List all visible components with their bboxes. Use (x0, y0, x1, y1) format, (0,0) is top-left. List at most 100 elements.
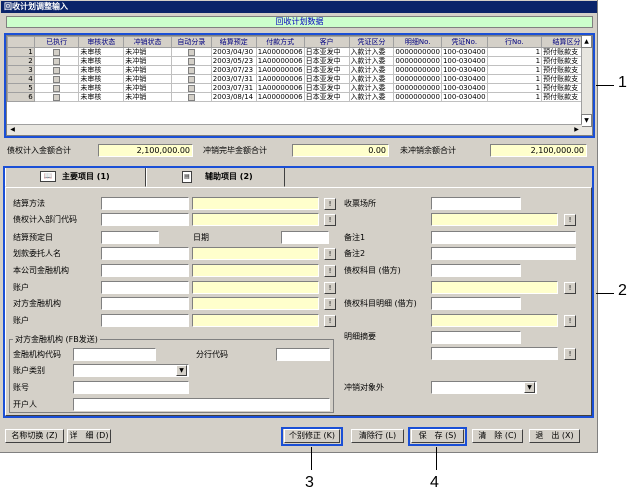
own-bank-lookup-button[interactable]: ! (324, 265, 336, 277)
detail-summary-lookup-button[interactable]: ! (564, 348, 576, 360)
table-row[interactable]: 3 未审核 未冲销 2003/07/23 1A00000006 日本亚发中 入款计入委 000… (7, 65, 592, 75)
exit-button[interactable]: 退 出 (X) (529, 429, 580, 443)
grid-column-header[interactable]: 客户 (303, 36, 350, 48)
note2-field[interactable] (431, 247, 576, 260)
checkbox[interactable] (187, 66, 195, 74)
counter-bank-lookup-button[interactable]: ! (324, 298, 336, 310)
chevron-down-icon[interactable]: ▼ (524, 382, 535, 393)
detail-summary-name[interactable] (431, 347, 558, 360)
grid-cell: 1A00000006 (255, 92, 305, 102)
individual-fix-button[interactable]: 个别修正 (K) (284, 429, 340, 443)
detail-summary-code[interactable] (431, 331, 521, 344)
holder-field[interactable] (73, 398, 330, 411)
checkbox[interactable] (187, 84, 195, 92)
scroll-up-button[interactable]: ▲ (581, 36, 592, 48)
checkbox[interactable] (53, 57, 61, 65)
table-row[interactable]: 2 未审核 未冲销 2003/05/23 1A00000006 日本亚发中 入款计入委 000… (7, 56, 592, 66)
offset-exclude-select[interactable] (431, 381, 537, 394)
table-row[interactable]: 6 未审核 未冲销 2003/08/14 1A00000006 日本亚发中 入款计入委 000… (7, 92, 592, 102)
scroll-down-button[interactable]: ▼ (581, 114, 592, 127)
grid-cell: 1 (486, 65, 543, 75)
grid-cell: 1A00000006 (255, 74, 305, 84)
transfer-client-code[interactable] (101, 247, 189, 260)
credit-dept-label: 债权计入部门代码 (13, 215, 77, 224)
grid-column-header[interactable]: 结算预定 (210, 36, 257, 48)
holder-label: 开户人 (13, 400, 37, 409)
table-row[interactable]: 1 未审核 未冲销 2003/04/30 1A00000006 日本亚发中 入款计入委 000… (7, 47, 592, 57)
counter-bank-code[interactable] (101, 297, 189, 310)
grid-column-header[interactable]: 凭证No. (440, 36, 488, 48)
checkbox[interactable] (53, 66, 61, 74)
grid-column-header[interactable]: 审核状态 (78, 36, 125, 48)
account2-lookup-button[interactable]: ! (324, 315, 336, 327)
account1-lookup-button[interactable]: ! (324, 282, 336, 294)
credit-subject-detail-name (431, 314, 558, 327)
grid-column-header[interactable]: 凭证区分 (348, 36, 395, 48)
grid-cell: 0000000000 (393, 65, 442, 75)
account-type-select[interactable] (73, 364, 189, 377)
grid-column-header[interactable]: 已执行 (33, 36, 80, 48)
settle-method-lookup-button[interactable]: ! (324, 198, 336, 210)
account2-name (192, 314, 319, 327)
receipt-place-lookup-button[interactable]: ! (564, 214, 576, 226)
detail-button[interactable]: 详 细 (D) (67, 429, 111, 443)
receipt-place-code[interactable] (431, 197, 521, 210)
account-no-field[interactable] (73, 381, 189, 394)
checkbox[interactable] (187, 57, 195, 65)
account2-label: 账户 (13, 316, 29, 325)
plan-data-grid[interactable]: 已执行 审核状态 冲销状态 自动分录 结算预定 付款方式 客户 凭证区分 明细No. 凭证No. 行… (6, 35, 593, 136)
checkbox[interactable] (53, 84, 61, 92)
credit-dept-lookup-button[interactable]: ! (324, 214, 336, 226)
remaining-total-value: 2,100,000.00 (490, 144, 587, 157)
checkbox[interactable] (53, 75, 61, 83)
checkbox[interactable] (53, 93, 61, 101)
vertical-scrollbar[interactable]: ▲ ▼ (581, 36, 592, 135)
table-row[interactable]: 5 未审核 未冲销 2003/07/31 1A00000006 日本亚发中 入款计入委 000… (7, 83, 592, 93)
grid-column-header[interactable]: 明细No. (393, 36, 442, 48)
grid-cell: 0000000000 (393, 56, 442, 66)
grid-column-header[interactable] (7, 36, 35, 48)
account1-code[interactable] (101, 281, 189, 294)
checkbox[interactable] (187, 93, 195, 101)
chevron-down-icon[interactable]: ▼ (176, 365, 187, 376)
own-bank-code[interactable] (101, 264, 189, 277)
grid-column-header[interactable]: 行No. (486, 36, 543, 48)
branch-code-field[interactable] (276, 348, 330, 361)
clear-button[interactable]: 清 除 (C) (472, 429, 523, 443)
save-button[interactable]: 保 存 (S) (411, 429, 464, 443)
offset-total-value: 0.00 (292, 144, 389, 157)
grid-column-header[interactable]: 自动分录 (170, 36, 212, 48)
horizontal-scrollbar[interactable]: ◀ ▶ (7, 124, 582, 135)
name-switch-button[interactable]: 名称切换 (Z) (5, 429, 64, 443)
counter-bank-label: 对方金融机构 (13, 299, 61, 308)
table-row[interactable]: 4 未审核 未冲销 2003/07/31 1A00000006 日本亚发中 入款计入委 000… (7, 74, 592, 84)
account2-code[interactable] (101, 314, 189, 327)
grid-cell: 未冲销 (123, 56, 172, 66)
credit-dept-code[interactable] (101, 213, 189, 226)
clear-row-button[interactable]: 清除行 (L) (351, 429, 404, 443)
checkbox[interactable] (187, 48, 195, 56)
scroll-right-button[interactable]: ▶ (571, 125, 582, 135)
credit-subject-detail-lookup-button[interactable]: ! (564, 315, 576, 327)
credit-subject-code[interactable] (431, 264, 521, 277)
credit-subject-detail-code[interactable] (431, 297, 521, 310)
transfer-client-lookup-button[interactable]: ! (324, 248, 336, 260)
grid-column-header[interactable]: 冲销状态 (123, 36, 172, 48)
grid-cell: 日本亚发中 (303, 83, 350, 93)
date-field[interactable] (281, 231, 329, 244)
grid-column-header[interactable]: 付款方式 (255, 36, 305, 48)
credit-subject-lookup-button[interactable]: ! (564, 282, 576, 294)
receipt-place-name (431, 213, 558, 226)
checkbox[interactable] (187, 75, 195, 83)
note1-field[interactable] (431, 231, 576, 244)
app-window: 回收计划调整输入 回收计划数据 已执行 审核状态 冲销状态 自动分录 结算预定 付款方式客… (0, 0, 598, 453)
scroll-left-button[interactable]: ◀ (7, 125, 18, 135)
settle-date-field[interactable] (101, 231, 159, 244)
settle-method-code[interactable] (101, 197, 189, 210)
grid-cell: 100-030400 (440, 74, 488, 84)
grid-cell: 1A00000006 (255, 56, 305, 66)
checkbox[interactable] (53, 48, 61, 56)
grid-checkbox-cell (33, 92, 80, 102)
bank-code-field[interactable] (73, 348, 156, 361)
settle-date-label: 结算预定日 (13, 233, 53, 242)
